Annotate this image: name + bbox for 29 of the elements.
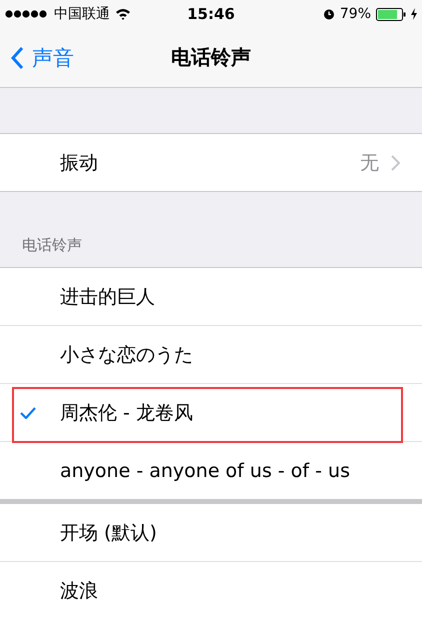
- status-time: 15:46: [187, 5, 235, 23]
- row-value: 无: [360, 150, 379, 176]
- ringtone-row[interactable]: 波浪: [0, 562, 422, 617]
- row-label: 进击的巨人: [60, 284, 155, 310]
- signal-icon: [5, 10, 49, 18]
- back-button[interactable]: 声音: [0, 44, 74, 72]
- carrier-name: 中国联通: [54, 5, 110, 23]
- checkmark-icon: [20, 406, 36, 418]
- ringtone-row[interactable]: anyone - anyone of us - of - us: [0, 442, 422, 499]
- chevron-right-icon: [391, 154, 400, 170]
- battery-percent: 79%: [340, 6, 371, 22]
- section-header: 电话铃声: [22, 236, 82, 255]
- row-label: 周杰伦 - 龙卷风: [60, 400, 193, 426]
- row-label: 波浪: [60, 578, 98, 604]
- row-label: 小さな恋のうた: [60, 342, 193, 368]
- row-label: 振动: [60, 150, 98, 176]
- row-label: anyone - anyone of us - of - us: [60, 460, 350, 482]
- vibration-row[interactable]: 振动 无: [0, 134, 422, 191]
- ringtone-row[interactable]: 小さな恋のうた: [0, 326, 422, 384]
- battery-icon: [376, 8, 406, 20]
- chevron-left-icon: [10, 46, 24, 70]
- wifi-icon: [115, 8, 131, 20]
- alarm-clock-icon: [322, 8, 335, 20]
- nav-title: 电话铃声: [171, 44, 251, 71]
- row-label: 开场 (默认): [60, 520, 157, 546]
- charging-bolt-icon: [411, 8, 417, 20]
- ringtone-row[interactable]: 周杰伦 - 龙卷风: [0, 384, 422, 442]
- ringtone-row[interactable]: 进击的巨人: [0, 268, 422, 326]
- ringtone-row[interactable]: 开场 (默认): [0, 504, 422, 562]
